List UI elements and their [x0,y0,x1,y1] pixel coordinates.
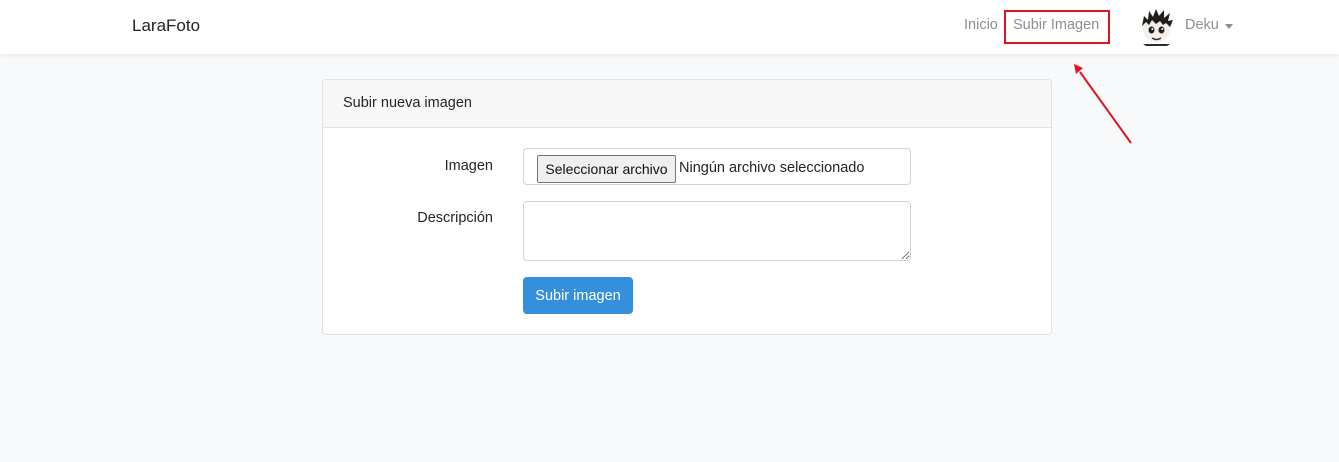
annotation-highlight-box [1004,10,1110,44]
chevron-down-icon[interactable] [1225,24,1233,29]
upload-card: Subir nueva imagen Imagen Seleccionar ar… [322,79,1052,335]
description-textarea[interactable] [523,201,911,261]
submit-image-button[interactable]: Subir imagen [523,277,633,314]
user-avatar-icon[interactable] [1139,8,1174,46]
brand-logo[interactable]: LaraFoto [132,16,200,36]
card-header: Subir nueva imagen [323,80,1051,128]
top-navbar: LaraFoto Inicio Subir Imagen Deku [0,0,1339,54]
nav-link-inicio[interactable]: Inicio [964,17,998,33]
description-label: Descripción [417,210,493,226]
select-file-button[interactable]: Seleccionar archivo [537,155,676,183]
image-label: Imagen [444,158,493,174]
file-status-text: Ningún archivo seleccionado [679,160,865,176]
user-dropdown-name[interactable]: Deku [1185,17,1219,33]
